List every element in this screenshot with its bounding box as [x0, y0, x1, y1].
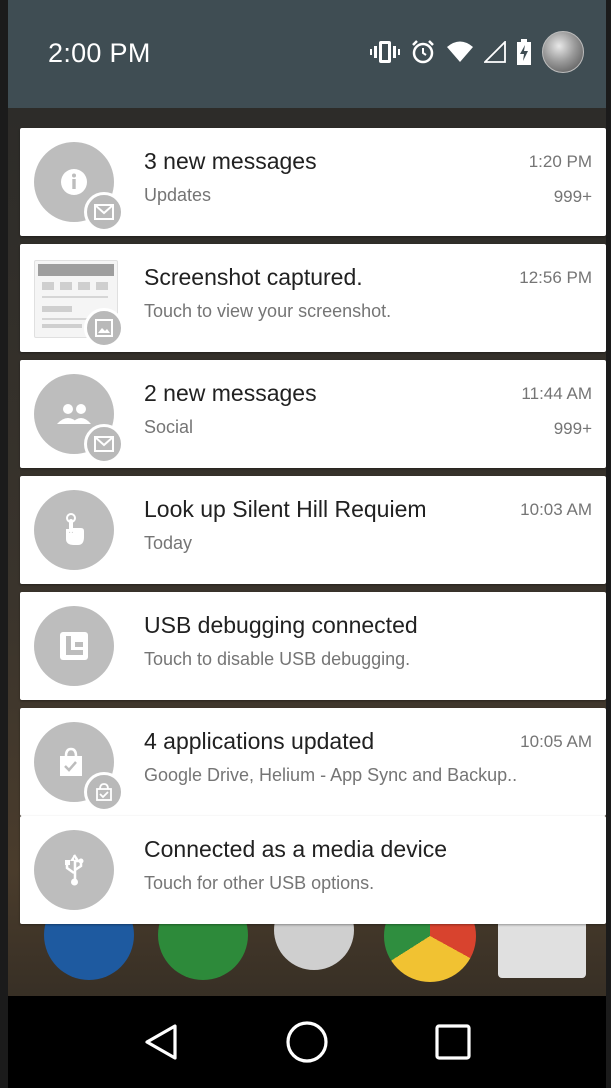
- status-bar: 2:00 PM: [8, 0, 606, 108]
- usb-debug-icon: [34, 606, 114, 686]
- battery-icon: [516, 39, 532, 65]
- notification-count: 999+: [553, 187, 592, 206]
- touch-icon: [34, 490, 114, 570]
- back-button[interactable]: [131, 1012, 191, 1072]
- notification-count: 999+: [553, 419, 592, 438]
- mail-icon: [84, 424, 124, 464]
- shopping-bag-icon: [84, 772, 124, 812]
- notification-time: 1:20 PM: [528, 152, 592, 171]
- notification-text: Touch to view your screenshot.: [144, 301, 392, 321]
- notification-time: 10:03 AM: [520, 500, 592, 519]
- home-dock: [8, 890, 606, 990]
- notification-text: Updates: [144, 185, 212, 205]
- vibrate-icon: [370, 39, 400, 65]
- image-icon: [84, 308, 124, 348]
- notification-item[interactable]: Look up Silent Hill Requiem Today 10:03 …: [20, 476, 606, 584]
- mail-icon: [84, 192, 124, 232]
- notification-title: Look up Silent Hill Requiem: [144, 496, 427, 522]
- notification-title: 2 new messages: [144, 380, 317, 406]
- avatar[interactable]: [542, 31, 584, 73]
- signal-icon: [484, 41, 506, 63]
- home-button[interactable]: [277, 1012, 337, 1072]
- notification-item[interactable]: 4 applications updated Google Drive, Hel…: [20, 708, 606, 816]
- notification-text: Touch for other USB options.: [144, 873, 375, 893]
- notification-text: Today: [144, 533, 193, 553]
- phone-screen: 2:00 PM 3 new messages Updates 1:20 PM 9…: [8, 0, 606, 1088]
- notification-time: 10:05 AM: [520, 732, 592, 751]
- notification-text: Google Drive, Helium - App Sync and Back…: [144, 765, 518, 785]
- notification-item[interactable]: 3 new messages Updates 1:20 PM 999+: [20, 128, 606, 236]
- notification-item[interactable]: Screenshot captured. Touch to view your …: [20, 244, 606, 352]
- notification-text: Social: [144, 417, 194, 437]
- notification-title: Connected as a media device: [144, 836, 448, 862]
- recents-button[interactable]: [423, 1012, 483, 1072]
- usb-icon: [34, 830, 114, 910]
- notification-text: Touch to disable USB debugging.: [144, 649, 411, 669]
- notification-item[interactable]: 2 new messages Social 11:44 AM 999+: [20, 360, 606, 468]
- navigation-bar: [8, 996, 606, 1088]
- notification-title: Screenshot captured.: [144, 264, 363, 290]
- notification-title: USB debugging connected: [144, 612, 418, 638]
- notification-time: 12:56 PM: [519, 268, 592, 287]
- notification-time: 11:44 AM: [521, 384, 592, 403]
- status-icons: [370, 30, 584, 74]
- notification-item[interactable]: Connected as a media device Touch for ot…: [20, 816, 606, 924]
- notification-title: 3 new messages: [144, 148, 317, 174]
- alarm-icon: [410, 39, 436, 65]
- notification-item[interactable]: USB debugging connected Touch to disable…: [20, 592, 606, 700]
- wifi-icon: [446, 40, 474, 64]
- notification-title: 4 applications updated: [144, 728, 375, 754]
- status-time: 2:00 PM: [48, 38, 151, 68]
